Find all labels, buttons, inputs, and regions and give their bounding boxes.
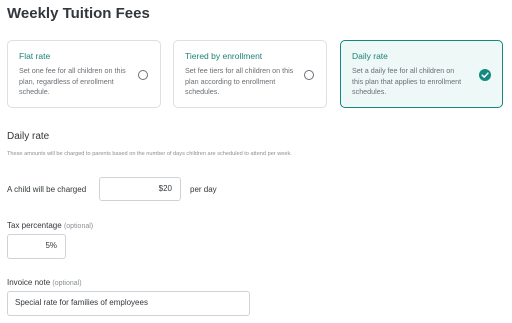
option-title: Tiered by enrollment (185, 51, 263, 61)
per-day-label: per day (190, 185, 217, 194)
option-card-daily-rate[interactable]: Daily rate Set a daily fee for all child… (340, 40, 503, 108)
optional-hint: (optional) (52, 280, 82, 287)
invoice-note-input[interactable]: Special rate for families of employees (7, 291, 250, 316)
option-description: Set one fee for all children on this pla… (19, 66, 126, 96)
option-card-tiered-by-enrollment[interactable]: Tiered by enrollment Set fee tiers for a… (173, 40, 327, 108)
daily-rate-input[interactable]: $20 (99, 177, 181, 201)
tax-percentage-input[interactable]: 5% (7, 234, 66, 259)
check-circle-icon[interactable] (479, 69, 491, 81)
option-description: Set a daily fee for all children on this… (352, 66, 462, 96)
invoice-label: Invoice note (optional) (7, 278, 82, 287)
option-card-flat-rate[interactable]: Flat rate Set one fee for all children o… (7, 40, 161, 108)
option-title: Flat rate (19, 51, 51, 61)
invoice-label-text: Invoice note (7, 278, 51, 287)
section-title: Daily rate (7, 131, 50, 142)
radio-unselected-icon[interactable] (304, 70, 314, 80)
option-description: Set fee tiers for all children on this p… (185, 66, 294, 96)
section-subtitle: These amounts will be charged to parents… (7, 151, 292, 157)
tax-label: Tax percentage (optional) (7, 221, 93, 230)
tax-label-text: Tax percentage (7, 221, 62, 230)
page-title: Weekly Tuition Fees (7, 5, 150, 22)
charge-label: A child will be charged (7, 185, 87, 194)
option-title: Daily rate (352, 51, 388, 61)
optional-hint: (optional) (63, 223, 94, 230)
radio-unselected-icon[interactable] (138, 70, 148, 80)
